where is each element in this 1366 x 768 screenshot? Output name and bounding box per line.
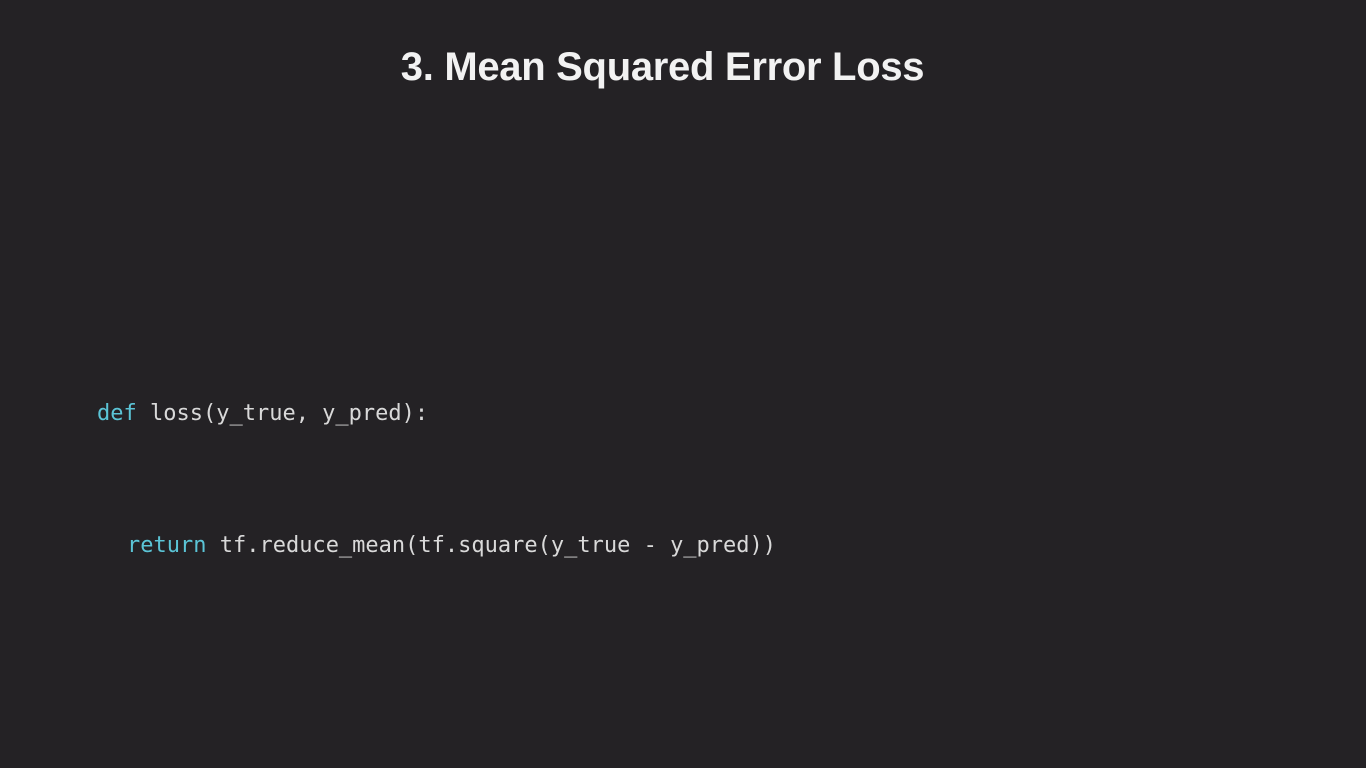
slide: 3. Mean Squared Error Loss def loss(y_tr… xyxy=(0,0,1366,768)
keyword-def: def xyxy=(97,401,137,426)
code-line-def: def loss(y_true, y_pred): xyxy=(97,392,776,436)
code-block: def loss(y_true, y_pred): return tf.redu… xyxy=(97,304,776,656)
slide-title: 3. Mean Squared Error Loss xyxy=(400,45,925,89)
code-line-return: return tf.reduce_mean(tf.square(y_true -… xyxy=(97,524,776,568)
code-def-signature: loss(y_true, y_pred): xyxy=(136,401,429,426)
code-return-expression: tf.reduce_mean(tf.square(y_true - y_pred… xyxy=(206,533,777,558)
keyword-return: return xyxy=(127,533,207,558)
